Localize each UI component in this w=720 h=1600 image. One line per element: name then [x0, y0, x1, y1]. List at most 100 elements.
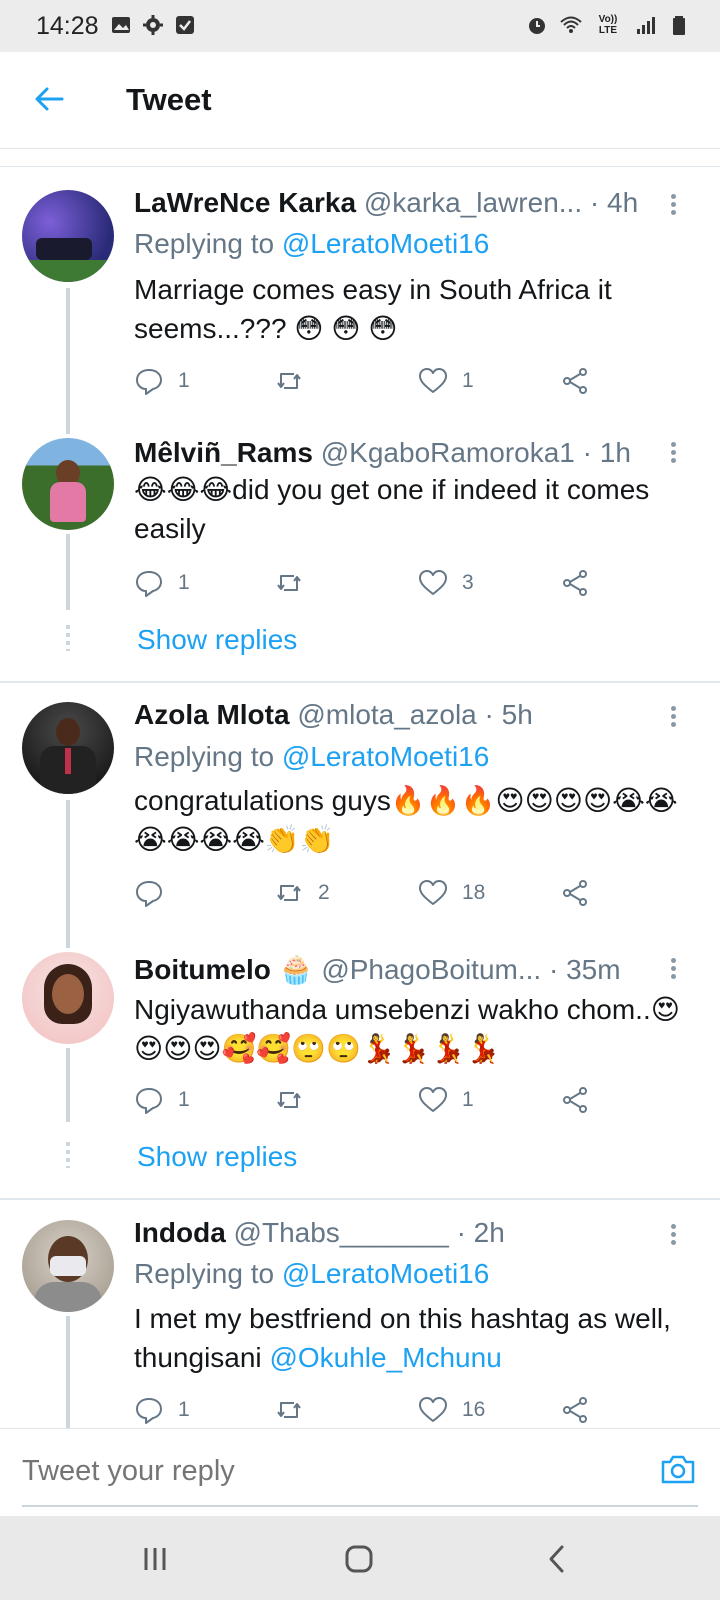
heart-icon — [419, 570, 447, 595]
arrow-left-icon[interactable] — [32, 82, 66, 116]
user-name[interactable]: LaWreNce Karka — [134, 187, 356, 218]
show-replies-link[interactable]: Show replies — [137, 1141, 297, 1173]
reply-input[interactable] — [22, 1451, 662, 1491]
tweet-actions: 1 1 — [134, 1085, 614, 1119]
reply-icon — [136, 881, 162, 907]
share-button[interactable] — [560, 878, 590, 908]
retweet-button[interactable]: 2 — [274, 878, 330, 908]
reply-icon — [136, 571, 162, 597]
more-vertical-icon[interactable] — [668, 440, 678, 466]
divider — [0, 166, 720, 167]
retweet-button[interactable] — [274, 1085, 318, 1115]
thread-line — [66, 534, 70, 610]
status-time: 14:28 — [36, 12, 99, 40]
mention-link[interactable]: @Okuhle_Mchunu — [269, 1342, 501, 1373]
share-icon — [563, 570, 587, 596]
replying-to-link[interactable]: @LeratoMoeti16 — [282, 228, 489, 259]
reply-button[interactable]: 1 — [134, 1395, 190, 1425]
battery-icon — [673, 16, 685, 35]
home-icon[interactable] — [342, 1542, 376, 1576]
share-icon — [563, 1397, 587, 1423]
retweet-icon — [277, 1092, 301, 1108]
user-name[interactable]: Boitumelo 🧁 — [134, 954, 314, 985]
tweet-text: 😂😂😂did you get one if indeed it comes ea… — [134, 474, 650, 544]
reply-button[interactable]: 1 — [134, 568, 190, 598]
reply-button[interactable]: 1 — [134, 1085, 190, 1115]
divider — [0, 1198, 720, 1200]
user-name[interactable]: Indoda — [134, 1217, 226, 1248]
reply-count: 1 — [178, 1088, 190, 1111]
replying-to-link[interactable]: @LeratoMoeti16 — [282, 741, 489, 772]
replying-to-link[interactable]: @LeratoMoeti16 — [282, 1258, 489, 1289]
avatar[interactable] — [22, 1220, 114, 1312]
thread-dots — [66, 625, 70, 651]
tweet-time: · 5h — [484, 699, 533, 730]
reply-button[interactable] — [134, 878, 178, 908]
tweet-text: Ngiyawuthanda umsebenzi wakho chom..😍😍😍😍… — [134, 994, 680, 1064]
tweet-actions: 1 16 — [134, 1395, 614, 1428]
wifi-icon — [560, 16, 582, 33]
reply-count: 1 — [178, 571, 190, 594]
user-handle[interactable]: @karka_lawren... — [364, 187, 582, 218]
more-vertical-icon[interactable] — [668, 704, 678, 730]
reply-icon — [136, 1398, 162, 1424]
retweet-button[interactable] — [274, 568, 318, 598]
avatar[interactable] — [22, 438, 114, 530]
recent-apps-icon[interactable] — [138, 1542, 172, 1576]
tweet-time: · 4h — [589, 187, 639, 218]
tweet-time: · 35m — [548, 954, 621, 985]
reply-input-underline — [22, 1505, 698, 1507]
heart-icon — [419, 880, 447, 905]
user-handle[interactable]: @KgaboRamoroka1 — [321, 437, 575, 468]
share-button[interactable] — [560, 1395, 590, 1425]
tweet-time: · 1h — [582, 437, 631, 468]
user-handle[interactable]: @PhagoBoitum... — [321, 954, 541, 985]
share-button[interactable] — [560, 568, 590, 598]
retweet-icon — [277, 1402, 301, 1418]
share-button[interactable] — [560, 366, 590, 396]
app-bar: Tweet — [0, 52, 720, 149]
show-replies-link[interactable]: Show replies — [137, 624, 297, 656]
like-button[interactable]: 18 — [418, 878, 485, 908]
more-vertical-icon[interactable] — [668, 1222, 678, 1248]
more-vertical-icon[interactable] — [668, 956, 678, 982]
tweet-actions: 1 1 — [134, 366, 614, 400]
avatar[interactable] — [22, 190, 114, 282]
like-button[interactable]: 3 — [418, 568, 474, 598]
page-title: Tweet — [126, 82, 212, 117]
tweet-time: · 2h — [456, 1217, 505, 1248]
retweet-count: 2 — [318, 881, 330, 904]
like-count: 16 — [462, 1398, 486, 1421]
system-nav-bar — [0, 1516, 720, 1600]
back-nav-icon[interactable] — [540, 1542, 574, 1576]
tweet-text: Marriage comes easy in South Africa it s… — [134, 274, 612, 344]
avatar[interactable] — [22, 952, 114, 1044]
replying-to: Replying to @LeratoMoeti16 — [134, 228, 489, 260]
user-handle[interactable]: @mlota_azola — [297, 699, 476, 730]
share-icon — [563, 1087, 587, 1113]
replying-to: Replying to @LeratoMoeti16 — [134, 1258, 489, 1290]
replying-to-label: Replying to — [134, 741, 282, 772]
replying-to: Replying to @LeratoMoeti16 — [134, 741, 489, 773]
camera-icon[interactable] — [660, 1453, 696, 1485]
like-button[interactable]: 1 — [418, 1085, 474, 1115]
user-name[interactable]: Azola Mlota — [134, 699, 290, 730]
avatar[interactable] — [22, 702, 114, 794]
tweet-actions: 1 3 — [134, 568, 614, 602]
retweet-button[interactable] — [274, 366, 318, 396]
share-icon — [563, 880, 587, 906]
reply-button[interactable]: 1 — [134, 366, 190, 396]
user-handle[interactable]: @Thabs_______ — [234, 1217, 449, 1248]
divider — [0, 681, 720, 683]
more-vertical-icon[interactable] — [668, 192, 678, 218]
retweet-icon — [277, 885, 301, 901]
retweet-button[interactable] — [274, 1395, 318, 1425]
thread-dots — [66, 1142, 70, 1168]
share-button[interactable] — [560, 1085, 590, 1115]
thread-line — [66, 1316, 70, 1428]
tweet-actions: 2 18 — [134, 878, 614, 912]
like-button[interactable]: 16 — [418, 1395, 485, 1425]
user-name[interactable]: Mêlviñ_Rams — [134, 437, 313, 468]
like-button[interactable]: 1 — [418, 366, 474, 396]
reply-icon — [136, 369, 162, 395]
